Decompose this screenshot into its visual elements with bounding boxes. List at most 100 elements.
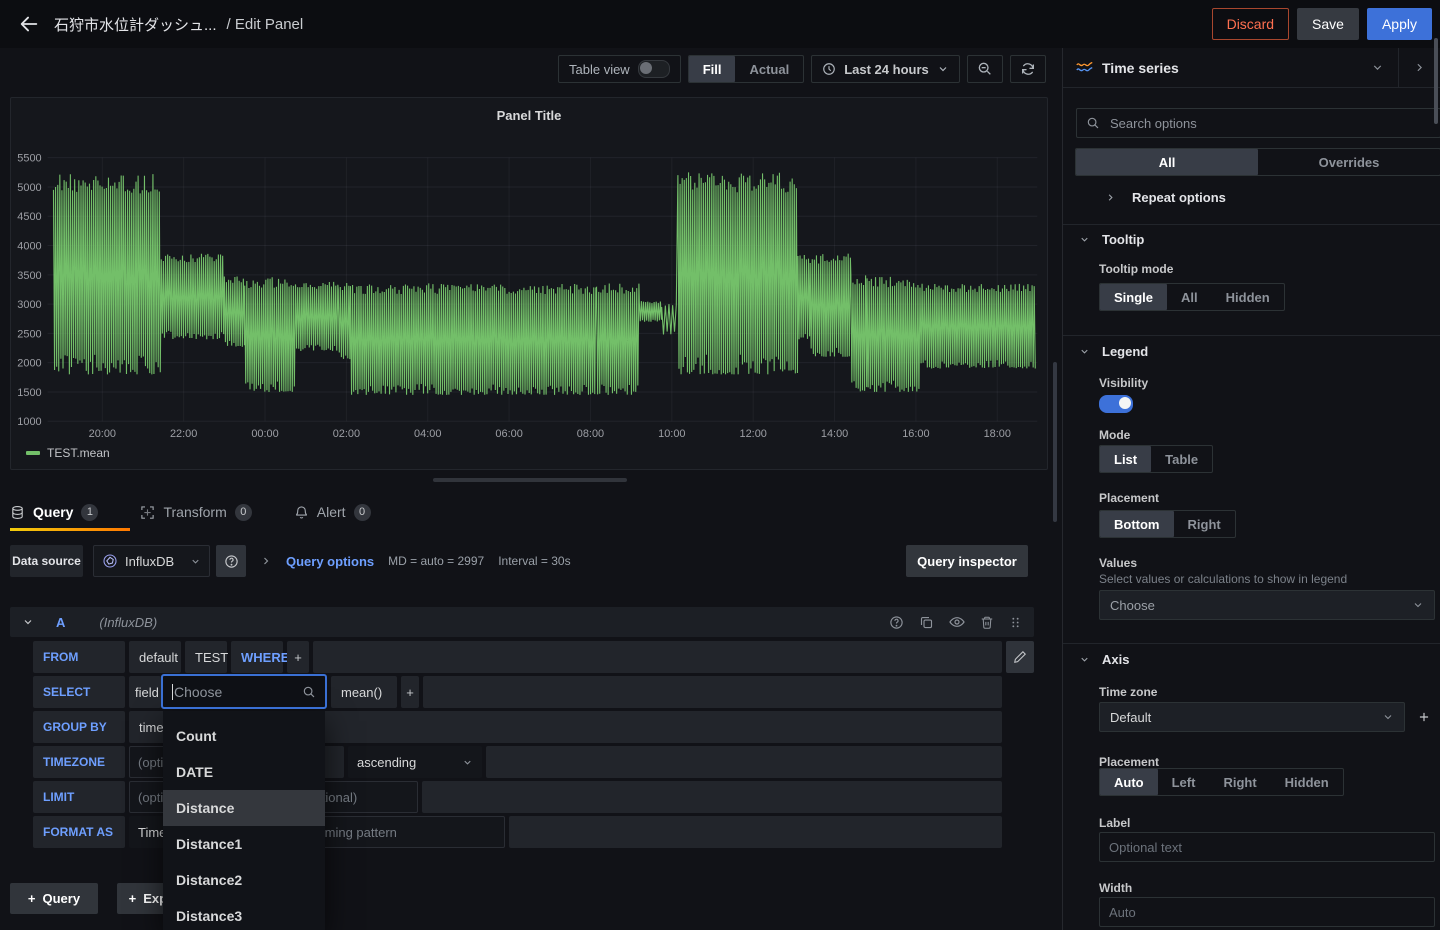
all-overrides-tabs-option-overrides[interactable]: Overrides — [1258, 149, 1440, 175]
svg-text:3500: 3500 — [17, 270, 41, 282]
tooltip-mode-switch-option-all[interactable]: All — [1167, 284, 1212, 310]
orderby-direction-select[interactable]: ascending — [348, 746, 482, 778]
trash-icon[interactable] — [980, 615, 994, 630]
help-circle-icon[interactable] — [889, 615, 904, 630]
refresh-button[interactable] — [1010, 55, 1046, 83]
add-query-button[interactable]: + Query — [10, 883, 98, 914]
apply-button[interactable]: Apply — [1367, 8, 1432, 40]
field-option-distance1[interactable]: Distance1 — [163, 826, 325, 862]
select-field-keyword[interactable]: field — [129, 676, 161, 708]
field-option-distance[interactable]: Distance — [163, 790, 325, 826]
duplicate-icon[interactable] — [919, 615, 934, 630]
back-button[interactable] — [14, 9, 44, 39]
query-datasource-hint: (InfluxDB) — [99, 615, 157, 630]
view-toolbar: Table view FillActual Last 24 hours — [558, 55, 1046, 83]
query-options-row: Query options MD = auto = 2997 Interval … — [260, 545, 571, 577]
tooltip-section-header[interactable]: Tooltip — [1079, 232, 1144, 247]
tooltip-mode-switch-option-single[interactable]: Single — [1100, 284, 1167, 310]
field-option-count[interactable]: Count — [163, 718, 325, 754]
legend-values-select[interactable]: Choose — [1099, 590, 1435, 620]
axis-placement-switch-option-left[interactable]: Left — [1158, 769, 1210, 795]
dashboard-title[interactable]: 石狩市水位計ダッシュ... — [54, 14, 217, 35]
axis-placement-switch-option-hidden[interactable]: Hidden — [1271, 769, 1343, 795]
field-option-distance2[interactable]: Distance2 — [163, 862, 325, 898]
format-as-label: FORMAT AS — [33, 816, 125, 848]
visualization-picker[interactable]: Time series — [1063, 48, 1440, 88]
left-pane-scrollbar[interactable] — [1053, 362, 1057, 522]
edit-raw-query-button[interactable] — [1006, 641, 1034, 673]
repeat-options-section[interactable]: Repeat options — [1105, 190, 1226, 205]
legend-mode-switch-option-list[interactable]: List — [1100, 446, 1151, 472]
where-add-button[interactable]: + — [287, 641, 309, 673]
datasource-picker[interactable]: InfluxDB — [93, 545, 210, 577]
axis-placement-switch-option-auto[interactable]: Auto — [1100, 769, 1158, 795]
fill-actual-switch-option-fill[interactable]: Fill — [689, 56, 736, 82]
time-series-chart[interactable]: 1000150020002500300035004000450050005500… — [11, 98, 1047, 469]
select-row-filler — [423, 676, 1002, 708]
all-overrides-tabs-option-all[interactable]: All — [1076, 149, 1258, 175]
query-options-toggle[interactable]: Query options — [286, 554, 374, 569]
topbar-actions: Discard Save Apply — [1212, 8, 1432, 40]
drag-handle-icon[interactable] — [1009, 615, 1022, 630]
transform-icon — [140, 505, 155, 520]
datasource-help-button[interactable] — [216, 545, 246, 577]
eye-icon[interactable] — [949, 614, 965, 630]
axis-section-header[interactable]: Axis — [1079, 652, 1129, 667]
svg-text:1000: 1000 — [17, 416, 41, 428]
groupby-row-filler — [309, 711, 1002, 743]
legend-visibility-toggle[interactable] — [1099, 395, 1133, 413]
from-label: FROM — [33, 641, 125, 673]
legend-placement-switch-option-bottom[interactable]: Bottom — [1100, 511, 1174, 537]
legend-placement-switch-option-right[interactable]: Right — [1174, 511, 1235, 537]
section-divider — [1063, 224, 1440, 225]
from-measurement[interactable]: TEST — [185, 641, 227, 673]
field-select-input[interactable]: Choose — [161, 674, 327, 709]
fill-actual-switch-option-actual[interactable]: Actual — [735, 56, 803, 82]
toggle-knob — [1119, 397, 1131, 409]
tooltip-mode-switch-option-hidden[interactable]: Hidden — [1212, 284, 1284, 310]
tab-transform[interactable]: Transform 0 — [140, 504, 251, 521]
legend-section-header[interactable]: Legend — [1079, 344, 1148, 359]
tab-query[interactable]: Query 1 — [10, 504, 98, 521]
axis-placement-switch-option-right[interactable]: Right — [1209, 769, 1270, 795]
legend-item[interactable]: TEST.mean — [26, 446, 110, 460]
max-datapoints-info: MD = auto = 2997 — [388, 554, 484, 568]
from-policy[interactable]: default — [129, 641, 181, 673]
axis-label-input[interactable] — [1099, 832, 1435, 862]
panel-options-pane: Time series AllOverrides Repeat options … — [1062, 48, 1440, 930]
chevron-down-icon — [1371, 61, 1384, 74]
table-view-toggle[interactable] — [638, 60, 670, 78]
panel-title[interactable]: Panel Title — [11, 108, 1047, 123]
select-add-button[interactable]: + — [401, 676, 419, 708]
dropdown-scrollbar[interactable] — [1434, 38, 1438, 124]
query-row-header[interactable]: A (InfluxDB) — [10, 607, 1034, 637]
legend-mode-switch-option-table[interactable]: Table — [1151, 446, 1212, 472]
editor-tabs: Query 1 Transform 0 Alert 0 — [10, 499, 413, 525]
discard-button[interactable]: Discard — [1212, 8, 1289, 40]
axis-width-input[interactable] — [1099, 897, 1435, 927]
help-circle-icon — [224, 554, 239, 569]
chevron-down-icon — [190, 556, 201, 567]
options-search-input[interactable] — [1108, 115, 1431, 132]
save-button[interactable]: Save — [1297, 8, 1359, 40]
tab-alert[interactable]: Alert 0 — [294, 504, 371, 521]
where-label[interactable]: WHERE — [231, 641, 283, 673]
select-function[interactable]: mean() — [331, 676, 397, 708]
field-option-date[interactable]: DATE — [163, 754, 325, 790]
datasource-label: Data source — [10, 545, 83, 577]
time-range-picker[interactable]: Last 24 hours — [811, 55, 960, 83]
tooltip-section-label: Tooltip — [1102, 232, 1144, 247]
field-option-distance3[interactable]: Distance3 — [163, 898, 325, 930]
collapse-pane-icon[interactable] — [1413, 61, 1426, 74]
visualization-name: Time series — [1102, 60, 1179, 76]
alias-input[interactable]: Naming pattern — [299, 816, 505, 848]
field-options-menu: CountDATEDistanceDistance1Distance2Dista… — [163, 711, 325, 930]
zoom-out-button[interactable] — [967, 55, 1003, 83]
add-query-label: Query — [43, 891, 81, 906]
pane-splitter[interactable] — [433, 478, 627, 482]
add-timezone-button[interactable] — [1413, 706, 1435, 728]
query-inspector-button[interactable]: Query inspector — [906, 545, 1028, 577]
svg-text:4500: 4500 — [17, 211, 41, 223]
axis-timezone-select[interactable]: Default — [1099, 702, 1405, 732]
text-caret — [172, 684, 173, 700]
